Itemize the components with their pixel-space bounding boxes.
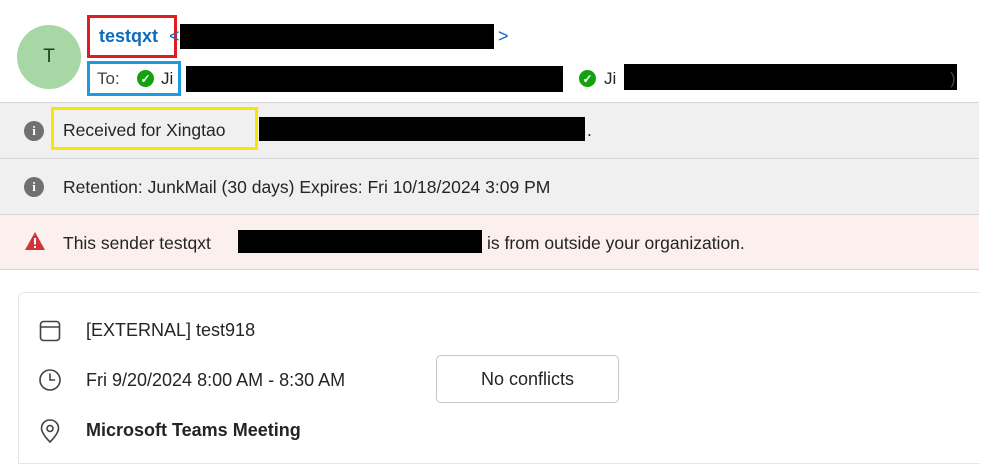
presence-available-icon: ✓ xyxy=(579,70,596,87)
retention-text: Retention: JunkMail (30 days) Expires: F… xyxy=(63,177,551,197)
recipient-1-name[interactable]: Ji xyxy=(161,69,173,89)
meeting-subject: [EXTERNAL] test918 xyxy=(86,320,256,340)
location-pin-icon xyxy=(40,419,60,444)
external-sender-suffix: is from outside your organization. xyxy=(487,233,745,253)
meeting-time: Fri 9/20/2024 8:00 AM - 8:30 AM xyxy=(86,370,346,390)
redacted-sender-email xyxy=(180,24,494,49)
retention-banner: i Retention: JunkMail (30 days) Expires:… xyxy=(0,158,979,214)
calendar-icon xyxy=(39,320,61,342)
to-label: To: xyxy=(97,69,120,88)
annotation-box-yellow xyxy=(51,107,258,150)
message-header: T testqxt < > To: ✓ Ji ✓ Ji ) xyxy=(0,0,989,102)
sender-email-close-bracket: > xyxy=(498,26,509,46)
sender-name-link[interactable]: testqxt xyxy=(99,26,158,47)
recipient-2-name[interactable]: Ji xyxy=(604,69,616,89)
presence-available-icon: ✓ xyxy=(137,70,154,87)
avatar-initial: T xyxy=(43,46,55,67)
info-icon: i xyxy=(24,177,44,197)
external-sender-banner: This sender testqxt is from outside your… xyxy=(0,214,979,270)
meeting-location: Microsoft Teams Meeting xyxy=(86,420,301,440)
redacted-recipient-2 xyxy=(624,64,957,90)
sender-email-open-bracket: < xyxy=(169,26,180,46)
sender-avatar[interactable]: T xyxy=(17,25,81,89)
redacted-external-sender xyxy=(238,230,482,253)
external-sender-text: This sender testqxt xyxy=(63,233,211,253)
info-icon: i xyxy=(24,121,44,141)
warning-icon xyxy=(25,232,45,250)
clock-icon xyxy=(39,369,61,391)
recipient-2-close-paren: ) xyxy=(950,69,956,88)
redacted-received-address xyxy=(259,117,585,141)
received-for-period: . xyxy=(587,120,592,140)
redacted-recipient-1 xyxy=(186,66,563,92)
no-conflicts-button[interactable]: No conflicts xyxy=(436,355,619,403)
